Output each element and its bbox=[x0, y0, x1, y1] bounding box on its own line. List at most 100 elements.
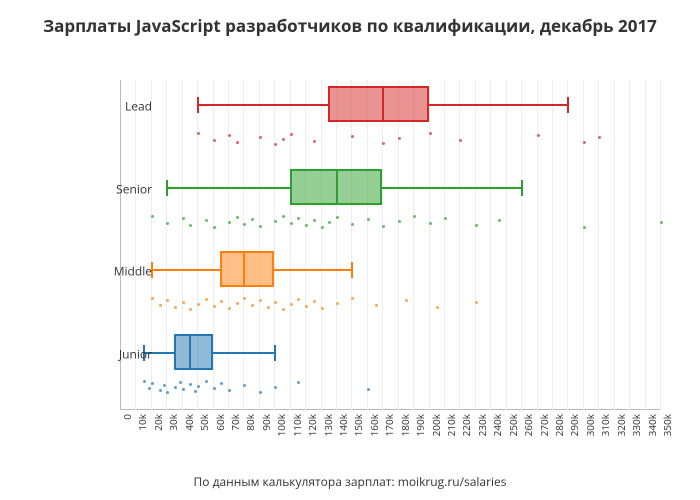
data-point bbox=[174, 386, 177, 389]
y-category-label: Junior bbox=[82, 345, 152, 362]
data-point bbox=[290, 303, 293, 306]
data-point bbox=[537, 134, 540, 137]
data-point bbox=[159, 389, 162, 392]
x-tick-label: 180k bbox=[398, 414, 412, 436]
data-point bbox=[189, 224, 192, 227]
data-point bbox=[475, 224, 478, 227]
whisker-cap-high bbox=[351, 262, 353, 278]
data-point bbox=[267, 306, 270, 309]
data-point bbox=[213, 387, 216, 390]
data-point bbox=[228, 389, 231, 392]
data-point bbox=[321, 307, 324, 310]
x-tick-label: 50k bbox=[197, 414, 211, 431]
x-tick-label: 120k bbox=[305, 414, 319, 436]
x-tick-label: 140k bbox=[336, 414, 350, 436]
data-point bbox=[313, 219, 316, 222]
chart-title: Зарплаты JavaScript разработчиков по ква… bbox=[0, 0, 700, 41]
data-point bbox=[336, 216, 339, 219]
data-point bbox=[297, 217, 300, 220]
data-point bbox=[148, 387, 151, 390]
whisker-cap-low bbox=[197, 97, 199, 113]
y-category-label: Lead bbox=[82, 98, 152, 115]
data-point bbox=[313, 300, 316, 303]
data-point bbox=[413, 215, 416, 218]
data-point bbox=[166, 391, 169, 394]
data-point bbox=[151, 297, 154, 300]
data-point bbox=[251, 304, 254, 307]
data-point bbox=[259, 225, 262, 228]
whisker-low bbox=[151, 269, 220, 271]
data-point bbox=[243, 297, 246, 300]
data-point bbox=[182, 301, 185, 304]
data-point bbox=[305, 224, 308, 227]
box-row bbox=[120, 80, 660, 163]
whisker-cap-high bbox=[521, 180, 523, 196]
data-point bbox=[197, 303, 200, 306]
box bbox=[220, 251, 274, 287]
data-point bbox=[151, 215, 154, 218]
data-point bbox=[583, 141, 586, 144]
whisker-low bbox=[197, 104, 328, 106]
data-point bbox=[583, 226, 586, 229]
x-tick-label: 320k bbox=[614, 414, 628, 436]
data-point bbox=[321, 226, 324, 229]
data-point bbox=[220, 382, 223, 385]
data-point bbox=[236, 141, 239, 144]
data-point bbox=[328, 221, 331, 224]
data-point bbox=[429, 222, 432, 225]
data-point bbox=[367, 388, 370, 391]
data-point bbox=[305, 305, 308, 308]
whisker-cap-low bbox=[166, 180, 168, 196]
x-tick-label: 160k bbox=[367, 414, 381, 436]
data-point bbox=[274, 143, 277, 146]
data-point bbox=[243, 223, 246, 226]
data-point bbox=[228, 221, 231, 224]
data-point bbox=[398, 220, 401, 223]
x-tick-label: 230k bbox=[475, 414, 489, 436]
box-row bbox=[120, 328, 660, 411]
data-point bbox=[259, 391, 262, 394]
data-point bbox=[151, 382, 154, 385]
whisker-high bbox=[382, 187, 521, 189]
data-point bbox=[598, 136, 601, 139]
data-point bbox=[189, 308, 192, 311]
data-point bbox=[213, 139, 216, 142]
data-point bbox=[228, 134, 231, 137]
box bbox=[174, 334, 213, 370]
data-point bbox=[274, 386, 277, 389]
data-point bbox=[297, 381, 300, 384]
data-point bbox=[220, 300, 223, 303]
box-row bbox=[120, 163, 660, 246]
x-tick-label: 190k bbox=[413, 414, 427, 436]
data-point bbox=[163, 384, 166, 387]
data-point bbox=[444, 217, 447, 220]
box bbox=[328, 86, 428, 122]
x-tick-label: 270k bbox=[537, 414, 551, 436]
data-point bbox=[475, 301, 478, 304]
x-tick-label: 280k bbox=[552, 414, 566, 436]
x-tick-label: 100k bbox=[274, 414, 288, 436]
whisker-cap-high bbox=[274, 345, 276, 361]
x-tick-label: 80k bbox=[243, 414, 257, 431]
data-point bbox=[259, 299, 262, 302]
data-point bbox=[274, 220, 277, 223]
data-point bbox=[382, 225, 385, 228]
x-tick-label: 40k bbox=[182, 414, 196, 431]
data-point bbox=[351, 135, 354, 138]
x-tick-label: 150k bbox=[351, 414, 365, 436]
data-point bbox=[382, 142, 385, 145]
data-point bbox=[259, 136, 262, 139]
data-point bbox=[182, 217, 185, 220]
data-point bbox=[205, 298, 208, 301]
data-point bbox=[236, 216, 239, 219]
whisker-cap-high bbox=[567, 97, 569, 113]
data-point bbox=[398, 137, 401, 140]
data-point bbox=[166, 299, 169, 302]
median-line bbox=[189, 334, 191, 370]
data-point bbox=[336, 302, 339, 305]
data-point bbox=[205, 380, 208, 383]
data-point bbox=[436, 306, 439, 309]
x-tick-label: 60k bbox=[213, 414, 227, 431]
data-point bbox=[351, 297, 354, 300]
data-point bbox=[429, 132, 432, 135]
